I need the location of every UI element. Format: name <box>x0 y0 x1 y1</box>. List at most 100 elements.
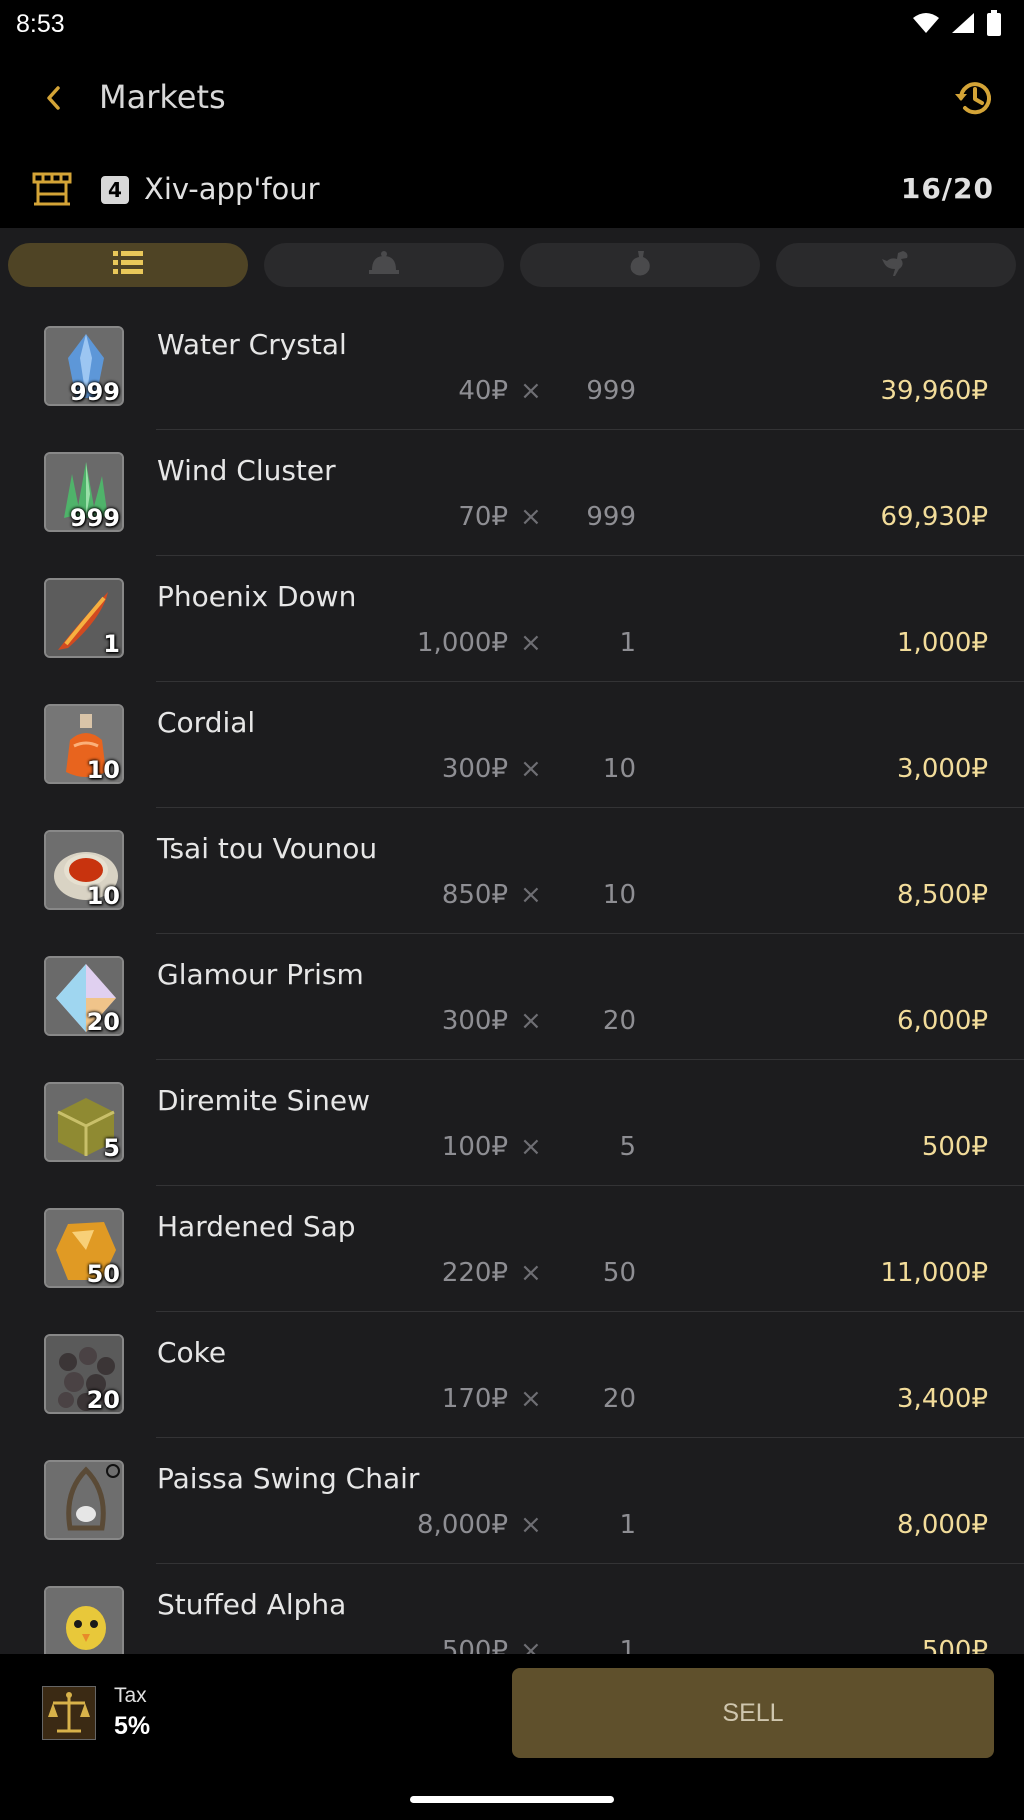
item-quantity: 10 <box>602 754 636 784</box>
item-quantity: 1 <box>619 628 636 658</box>
item-quantity: 10 <box>602 880 636 910</box>
status-time: 8:53 <box>16 10 65 38</box>
item-total-price: 8,000₽ <box>897 1510 988 1540</box>
item-thumbnail: 50 <box>44 1208 124 1288</box>
multiply-sign: × <box>520 628 542 658</box>
tab-chocobo[interactable] <box>776 243 1016 287</box>
retainer-listing-count: 16/20 <box>900 172 994 205</box>
item-total-price: 8,500₽ <box>897 880 988 910</box>
list-item[interactable]: 10 Cordial 300₽ × 10 3,000₽ <box>0 682 1024 808</box>
listing-list: 999 Water Crystal 40₽ × 999 39,960₽ 999 Wind Cl… <box>0 304 1024 1654</box>
world-badge: 4 <box>101 176 129 204</box>
tax-city-icon <box>42 1686 96 1740</box>
tab-bell[interactable] <box>264 243 504 287</box>
history-button[interactable] <box>946 72 1002 128</box>
item-thumbnail: 20 <box>44 1334 124 1414</box>
multiply-sign: × <box>520 1132 542 1162</box>
history-icon <box>952 76 996 124</box>
list-icon <box>113 250 143 280</box>
tax-label: Tax <box>114 1684 147 1707</box>
item-stack-badge: 5 <box>103 1134 120 1162</box>
item-thumbnail: 20 <box>44 956 124 1036</box>
item-thumbnail <box>44 1460 124 1540</box>
item-thumbnail: 10 <box>44 704 124 784</box>
item-thumbnail: 5 <box>44 1082 124 1162</box>
item-quantity: 1 <box>619 1636 636 1654</box>
list-item[interactable]: 5 Diremite Sinew 100₽ × 5 500₽ <box>0 1060 1024 1186</box>
multiply-sign: × <box>520 1510 542 1540</box>
item-name: Wind Cluster <box>157 454 336 487</box>
list-item[interactable]: 20 Coke 170₽ × 20 3,400₽ <box>0 1312 1024 1438</box>
item-stack-badge: 20 <box>86 1386 120 1414</box>
back-button[interactable] <box>30 76 78 124</box>
item-stack-badge: 50 <box>86 1260 120 1288</box>
multiply-sign: × <box>520 754 542 784</box>
item-name: Paissa Swing Chair <box>157 1462 420 1495</box>
item-name: Water Crystal <box>157 328 347 361</box>
tab-row <box>0 228 1024 304</box>
battery-icon <box>986 10 1002 40</box>
tab-list[interactable] <box>8 243 248 287</box>
item-thumbnail: 999 <box>44 326 124 406</box>
multiply-sign: × <box>520 1384 542 1414</box>
item-name: Phoenix Down <box>157 580 357 613</box>
item-stack-badge: 10 <box>86 756 120 784</box>
item-quantity: 20 <box>602 1006 636 1036</box>
list-item[interactable]: 10 Tsai tou Vounou 850₽ × 10 8,500₽ <box>0 808 1024 934</box>
item-unit-price: 220₽ <box>441 1258 508 1288</box>
list-item[interactable]: 50 Hardened Sap 220₽ × 50 11,000₽ <box>0 1186 1024 1312</box>
tab-dye[interactable] <box>520 243 760 287</box>
list-item[interactable]: Stuffed Alpha 500₽ × 1 500₽ <box>0 1564 1024 1654</box>
item-stack-badge: 999 <box>69 378 120 406</box>
status-bar: 8:53 <box>0 0 1024 48</box>
item-total-price: 3,000₽ <box>897 754 988 784</box>
gesture-nav-handle[interactable] <box>410 1796 614 1803</box>
item-unit-price: 8,000₽ <box>417 1510 508 1540</box>
item-total-price: 39,960₽ <box>880 376 988 406</box>
item-name: Stuffed Alpha <box>157 1588 347 1621</box>
list-item[interactable]: 999 Water Crystal 40₽ × 999 39,960₽ <box>0 304 1024 430</box>
list-item[interactable]: Paissa Swing Chair 8,000₽ × 1 8,000₽ <box>0 1438 1024 1564</box>
item-quantity: 999 <box>586 376 636 406</box>
item-unit-price: 100₽ <box>441 1132 508 1162</box>
list-item[interactable]: 999 Wind Cluster 70₽ × 999 69,930₽ <box>0 430 1024 556</box>
item-thumbnail: 1 <box>44 578 124 658</box>
item-stack-badge: 999 <box>69 504 120 532</box>
item-unit-price: 1,000₽ <box>417 628 508 658</box>
retainer-name: Xiv-app'four <box>144 172 320 206</box>
item-unit-price: 70₽ <box>458 502 508 532</box>
status-icons <box>912 10 1002 40</box>
item-total-price: 69,930₽ <box>880 502 988 532</box>
item-name: Glamour Prism <box>157 958 364 991</box>
item-name: Hardened Sap <box>157 1210 356 1243</box>
multiply-sign: × <box>520 502 542 532</box>
item-unit-price: 40₽ <box>458 376 508 406</box>
item-total-price: 3,400₽ <box>897 1384 988 1414</box>
item-thumbnail: 999 <box>44 452 124 532</box>
multiply-sign: × <box>520 1258 542 1288</box>
item-unit-price: 300₽ <box>441 754 508 784</box>
list-item[interactable]: 20 Glamour Prism 300₽ × 20 6,000₽ <box>0 934 1024 1060</box>
page-title: Markets <box>99 78 226 116</box>
signal-icon <box>950 11 976 39</box>
item-unit-price: 300₽ <box>441 1006 508 1036</box>
item-name: Cordial <box>157 706 256 739</box>
dye-icon <box>626 249 654 281</box>
sell-button[interactable]: SELL <box>512 1668 994 1758</box>
retainer-bar[interactable]: 4 Xiv-app'four 16/20 <box>0 152 1024 228</box>
item-quantity: 1 <box>619 1510 636 1540</box>
item-total-price: 1,000₽ <box>897 628 988 658</box>
item-unit-price: 850₽ <box>441 880 508 910</box>
app-bar: Markets <box>0 48 1024 152</box>
market-stall-icon <box>30 166 74 214</box>
multiply-sign: × <box>520 1636 542 1654</box>
list-item[interactable]: 1 Phoenix Down 1,000₽ × 1 1,000₽ <box>0 556 1024 682</box>
chocobo-icon <box>881 249 911 281</box>
item-thumbnail <box>44 1586 124 1654</box>
item-stack-badge: 10 <box>86 882 120 910</box>
item-thumbnail: 10 <box>44 830 124 910</box>
stuffed-alpha-icon <box>46 1588 122 1654</box>
collectable-ring-icon <box>106 1464 120 1478</box>
item-unit-price: 170₽ <box>441 1384 508 1414</box>
item-name: Diremite Sinew <box>157 1084 371 1117</box>
